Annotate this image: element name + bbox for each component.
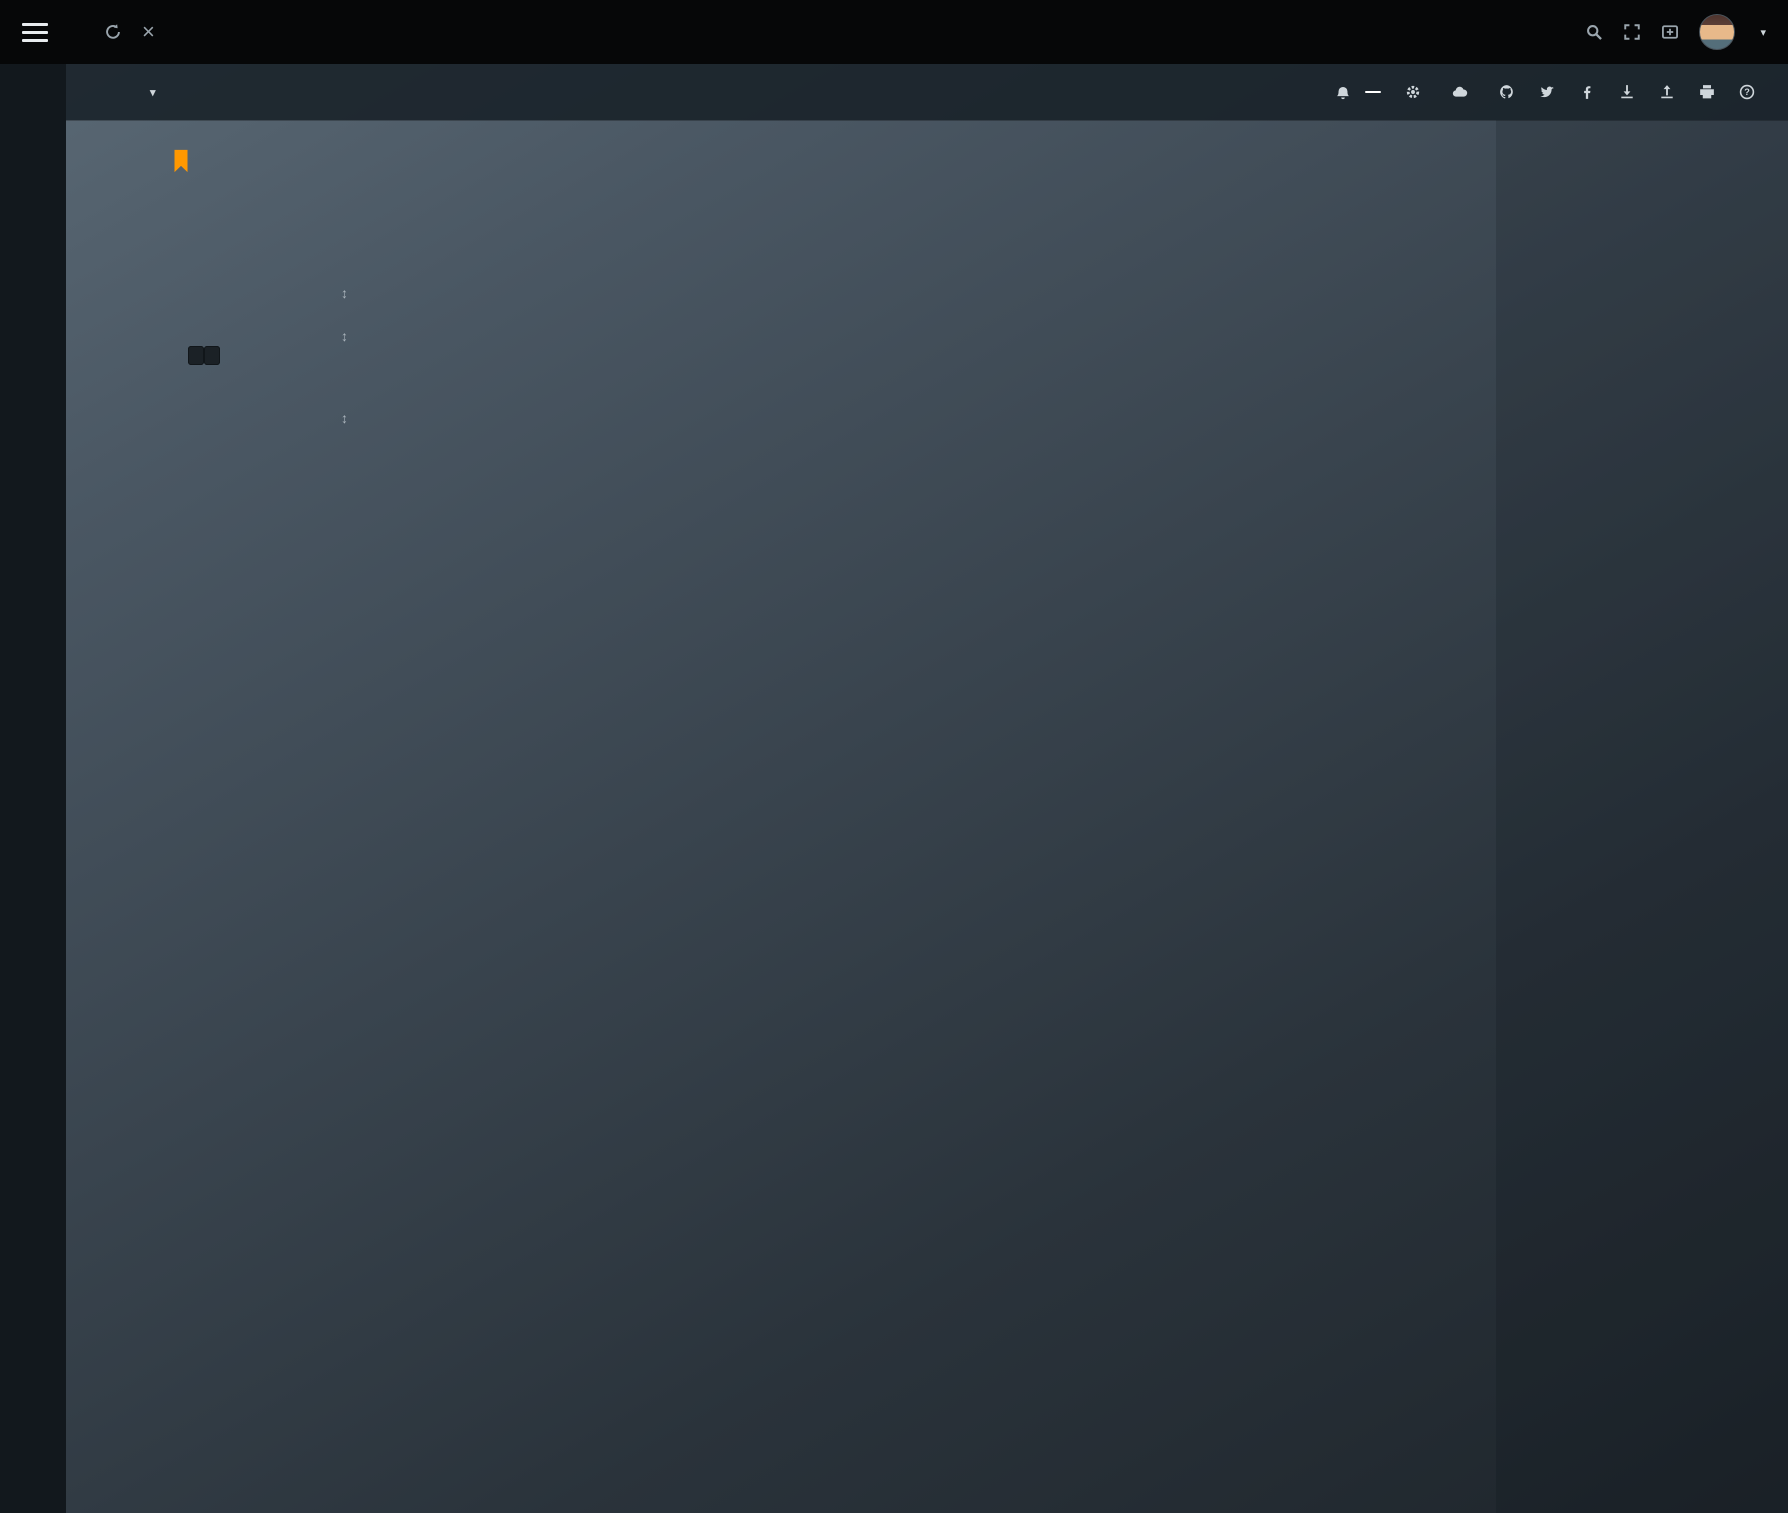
alarms-count-badge bbox=[1365, 91, 1381, 93]
main-content: ↕ ↕ bbox=[66, 120, 1496, 1513]
disk-description-2 bbox=[188, 344, 1483, 366]
topbar: × ▾ bbox=[0, 0, 1788, 64]
search-icon[interactable] bbox=[1585, 23, 1603, 41]
code-sys-devices bbox=[204, 346, 220, 365]
upload-icon[interactable] bbox=[1659, 84, 1675, 100]
resize-icon[interactable]: ↕ bbox=[341, 328, 348, 344]
pgpgio-chart bbox=[188, 408, 1496, 418]
user-menu[interactable]: ▾ bbox=[1755, 26, 1766, 39]
code-sys-block bbox=[188, 346, 204, 365]
app-sidebar bbox=[0, 64, 66, 1513]
menu-icon[interactable] bbox=[22, 23, 48, 42]
refresh-icon[interactable] bbox=[104, 23, 122, 41]
chart-legend[interactable]: ↕ bbox=[188, 383, 348, 393]
tabs-icon[interactable] bbox=[1661, 23, 1679, 41]
netdata-page: ▾ bbox=[66, 64, 1788, 1513]
twitter-icon[interactable] bbox=[1539, 84, 1555, 100]
chart-legend[interactable] bbox=[188, 408, 348, 418]
load-chart: ↕ bbox=[188, 301, 1496, 311]
chart-legend[interactable]: ↕ bbox=[188, 257, 348, 267]
server-dropdown[interactable]: ▾ bbox=[144, 86, 156, 99]
chevron-down-icon: ▾ bbox=[150, 86, 156, 99]
close-icon[interactable]: × bbox=[142, 21, 155, 43]
disk-chart: ↕ bbox=[188, 383, 1496, 393]
fullscreen-icon[interactable] bbox=[1623, 23, 1641, 41]
alarms-button[interactable] bbox=[1335, 84, 1381, 100]
facebook-icon[interactable] bbox=[1579, 84, 1595, 100]
netdata-menu bbox=[1496, 120, 1788, 1513]
cpu-chart: ↕ bbox=[188, 257, 1496, 267]
svg-text:?: ? bbox=[1744, 87, 1750, 97]
update-button[interactable] bbox=[1452, 84, 1475, 100]
github-icon[interactable] bbox=[1499, 84, 1515, 100]
download-icon[interactable] bbox=[1619, 84, 1635, 100]
print-icon[interactable] bbox=[1699, 84, 1715, 100]
chart-legend[interactable]: ↕ bbox=[188, 301, 348, 311]
bookmark-icon bbox=[168, 146, 194, 179]
avatar[interactable] bbox=[1699, 14, 1735, 50]
help-button[interactable]: ? bbox=[1739, 84, 1762, 100]
settings-button[interactable] bbox=[1405, 84, 1428, 100]
netdata-navbar: ▾ bbox=[66, 64, 1788, 120]
chevron-down-icon: ▾ bbox=[1760, 26, 1766, 39]
